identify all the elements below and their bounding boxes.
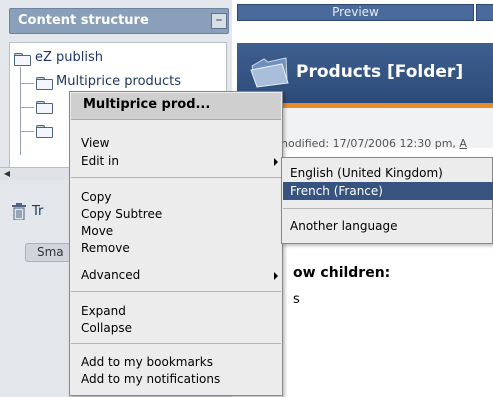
- menu-item-edit-in[interactable]: Edit in: [81, 154, 119, 168]
- tree-line: [20, 107, 34, 108]
- menu-item-move[interactable]: Move: [81, 224, 113, 238]
- menu-item-add-bookmarks[interactable]: Add to my bookmarks: [81, 355, 213, 369]
- menu-item-remove[interactable]: Remove: [81, 241, 130, 255]
- menu-item-add-notifications[interactable]: Add to my notifications: [81, 372, 220, 386]
- tree-line: [20, 131, 34, 132]
- menu-separator: [71, 343, 281, 344]
- tab-preview[interactable]: Preview: [237, 4, 474, 21]
- context-menu: Multiprice prod... View Edit in Copy Cop…: [69, 91, 283, 396]
- submenu-item-another-language[interactable]: Another language: [290, 219, 397, 233]
- submenu-arrow-icon: [274, 272, 278, 280]
- show-children-heading: ow children:: [293, 265, 391, 281]
- menu-separator: [71, 177, 281, 178]
- menu-item-copy[interactable]: Copy: [81, 190, 111, 204]
- submenu-item-english[interactable]: English (United Kingdom): [290, 166, 443, 180]
- menu-separator: [71, 291, 281, 292]
- author-link[interactable]: A: [459, 137, 467, 150]
- tree-item-multiprice[interactable]: Multiprice products: [56, 74, 181, 89]
- menu-item-copy-subtree[interactable]: Copy Subtree: [81, 207, 162, 221]
- menu-item-view[interactable]: View: [81, 136, 109, 150]
- scroll-left-arrow-icon[interactable]: ◀: [1, 168, 13, 179]
- menu-item-expand[interactable]: Expand: [81, 304, 126, 318]
- folder-icon: [14, 53, 31, 66]
- tree-item-root[interactable]: eZ publish: [35, 50, 103, 65]
- menu-item-advanced[interactable]: Advanced: [81, 268, 140, 282]
- modified-text: nodified: 17/07/2006 12:30 pm, A: [281, 137, 467, 150]
- folder-icon: [36, 77, 53, 90]
- submenu-item-french[interactable]: French (France): [290, 184, 383, 198]
- collapse-button[interactable]: –: [211, 13, 227, 29]
- folder-icon: [36, 125, 53, 138]
- modified-date: nodified: 17/07/2006 12:30 pm,: [281, 137, 456, 150]
- tree-line: [20, 67, 21, 155]
- panel-title: Content structure: [18, 13, 149, 28]
- edit-in-submenu: English (United Kingdom) French (France)…: [281, 157, 493, 244]
- partial-text: s: [293, 292, 300, 307]
- page-title: Products [Folder]: [296, 62, 464, 82]
- tab-next[interactable]: [476, 4, 493, 21]
- context-menu-header: Multiprice prod...: [71, 93, 281, 120]
- submenu-arrow-icon: [274, 158, 278, 166]
- menu-item-collapse[interactable]: Collapse: [81, 321, 132, 335]
- folder-icon: [36, 101, 53, 114]
- trash-icon[interactable]: [12, 203, 26, 220]
- trash-link[interactable]: Tr: [32, 204, 43, 219]
- menu-separator: [283, 208, 493, 209]
- content-structure-header: Content structure –: [9, 8, 229, 34]
- folder-icon: [250, 57, 289, 88]
- tree-line: [20, 83, 34, 84]
